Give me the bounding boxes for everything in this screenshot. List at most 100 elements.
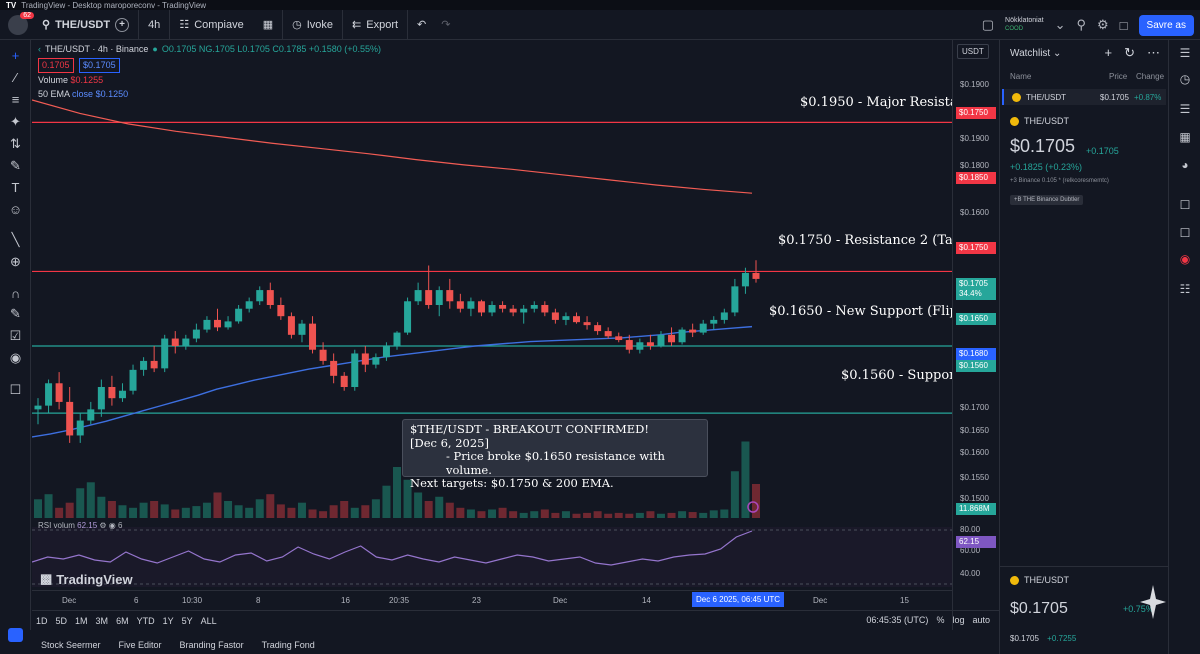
volume-bar [709,510,718,518]
camera-icon[interactable]: □ [1120,18,1128,33]
timeframe-3m[interactable]: 3M [92,616,113,626]
pattern-icon[interactable]: ✦ [8,114,23,129]
timeframe-1m[interactable]: 1M [71,616,92,626]
save-as-button[interactable]: Savre as [1138,14,1194,36]
chart-pane[interactable] [32,40,952,610]
chat-bubble-icon[interactable]: ☐ [1177,226,1193,240]
emoji-icon[interactable]: ☺ [8,202,23,217]
lock-drawings-icon[interactable]: ✎ [8,306,23,321]
timeframe-5d[interactable]: 5D [52,616,72,626]
candle-body [752,272,760,279]
eye-icon[interactable]: ◉ [8,350,23,365]
tradingview-logo-icon: TV [6,0,17,10]
layout-grid-icon[interactable]: ▦ [263,18,273,31]
candle-body [425,290,433,305]
avatar[interactable]: 62 [8,11,34,35]
chat-icon[interactable]: ☐ [1177,198,1193,212]
bottom-tab[interactable]: Trading Fond [253,640,324,650]
currency-button[interactable]: USDT [957,44,989,59]
interval-button[interactable]: 4h [139,9,171,40]
watchlist-icon[interactable]: ☰ [1177,46,1193,60]
layout-icon[interactable]: ▢ [982,17,994,33]
redo-icon[interactable]: ↷ [441,18,450,31]
watchlist-row[interactable]: THE/USDT $0.1705 +0.87% [1002,89,1166,105]
invoke-button[interactable]: ◷ Ivoke [283,9,344,40]
ideas-icon[interactable]: ◕ [1177,158,1193,172]
candle-body [150,360,158,369]
magnet-icon[interactable]: ∩ [8,286,23,301]
object-tree-icon[interactable] [8,628,23,642]
compare-button[interactable]: ☷ Compiave ▦ [170,9,284,40]
price-tick: $0.1800 [960,161,989,170]
sparkle-icon [1140,585,1166,619]
projection-icon[interactable]: ⇅ [8,136,23,151]
chevron-down-icon[interactable]: ⌄ [1055,17,1066,33]
help-icon[interactable]: ☷ [1177,282,1193,296]
timeframe-ytd[interactable]: YTD [133,616,159,626]
sell-price-box[interactable]: 0.1705 [38,58,74,73]
trendline-icon[interactable]: ∕ [8,70,23,85]
col-change[interactable]: Change [1136,72,1164,81]
candle-body [382,346,390,358]
timeframe-5y[interactable]: 5Y [178,616,197,626]
log-toggle[interactable]: log [952,615,964,625]
undo-redo-group[interactable]: ↶ ↷ [408,10,459,40]
refresh-icon[interactable]: ↻ [1124,45,1135,61]
utc-clock[interactable]: 06:45:35 (UTC) [866,615,928,625]
timeframe-1y[interactable]: 1Y [159,616,178,626]
price-axis[interactable]: USDT $0.1900 $0.1850 $0.1900 $0.1800 $0.1600… [952,40,998,630]
detail-symbol[interactable]: THE/USDT [1010,116,1069,126]
symbol-search-button[interactable]: ⚲ THE/USDT + [28,9,140,40]
time-axis[interactable]: Dec 6 2025, 06:45 UTC Dec 6 10:30 8 16 20:35 2… [32,590,952,608]
undo-icon[interactable]: ↶ [417,18,426,31]
ruler-icon[interactable]: ╲ [8,232,23,247]
text-icon[interactable]: T [8,180,23,195]
zoom-in-icon[interactable]: ⊕ [8,254,23,269]
col-name[interactable]: Name [1010,72,1031,81]
timeframe-1d[interactable]: 1D [32,616,52,626]
bottom-symbol[interactable]: THE/USDT [1010,575,1069,585]
settings-icon[interactable]: ⚙ [1097,17,1109,33]
lock-icon[interactable]: ☑ [8,328,23,343]
brush-icon[interactable]: ✎ [8,158,23,173]
zoom-icon[interactable]: ⚲ [1076,17,1086,33]
candle-body [192,329,200,339]
time-tick: 16 [341,596,350,605]
ema-label: 50 EMA [38,89,70,99]
fib-icon[interactable]: ≡ [8,92,23,107]
candle-body [235,308,243,322]
candle-body [203,319,211,330]
crosshair-icon[interactable]: + [8,48,23,63]
time-cursor-label: Dec 6 2025, 06:45 UTC [692,592,785,607]
bottom-tab[interactable]: Five Editor [110,640,171,650]
buy-price-box[interactable]: $0.1705 [79,58,120,73]
candle-body [646,342,654,346]
user-menu[interactable]: Nökklatoniat COOD [1005,17,1044,33]
time-tick: 8 [256,596,261,605]
volume-bar [76,488,85,518]
add-symbol-icon[interactable]: + [115,17,130,32]
bottom-tab[interactable]: Branding Fastor [171,640,253,650]
export-button[interactable]: ⇇ Export [343,9,409,40]
streams-icon[interactable]: ◉ [1177,252,1193,266]
breakout-info-box[interactable]: $THE/USDT - BREAKOUT CONFIRMED! [Dec 6, … [402,419,708,490]
bottom-tab[interactable]: Stock Seermer [32,640,110,650]
price-tick: 80.00 [960,525,981,534]
timeframe-all[interactable]: ALL [197,616,221,626]
candlestick-chart[interactable] [32,40,952,610]
timeframe-6m[interactable]: 6M [112,616,133,626]
watchlist-header[interactable]: Watchlist ⌄ [1010,48,1061,59]
add-icon[interactable]: + [1105,45,1113,61]
percent-toggle[interactable]: % [936,615,944,625]
more-icon[interactable]: ⋯ [1147,45,1160,61]
col-price[interactable]: Price [1109,72,1127,81]
list-icon[interactable]: ☰ [1177,102,1193,116]
right-sidebar: ☰ ◷ ☰ ▦ ◕ ☐ ☐ ◉ ☷ [1168,40,1200,654]
volume-bar [234,505,243,518]
calendar-icon[interactable]: ▦ [1177,130,1193,144]
detail-tag[interactable]: +B THE Binance Dubtler [1010,195,1084,205]
compare-label: Compiave [194,18,244,31]
alerts-icon[interactable]: ◷ [1177,72,1193,86]
trash-icon[interactable]: ☐ [8,382,23,397]
auto-toggle[interactable]: auto [972,615,990,625]
